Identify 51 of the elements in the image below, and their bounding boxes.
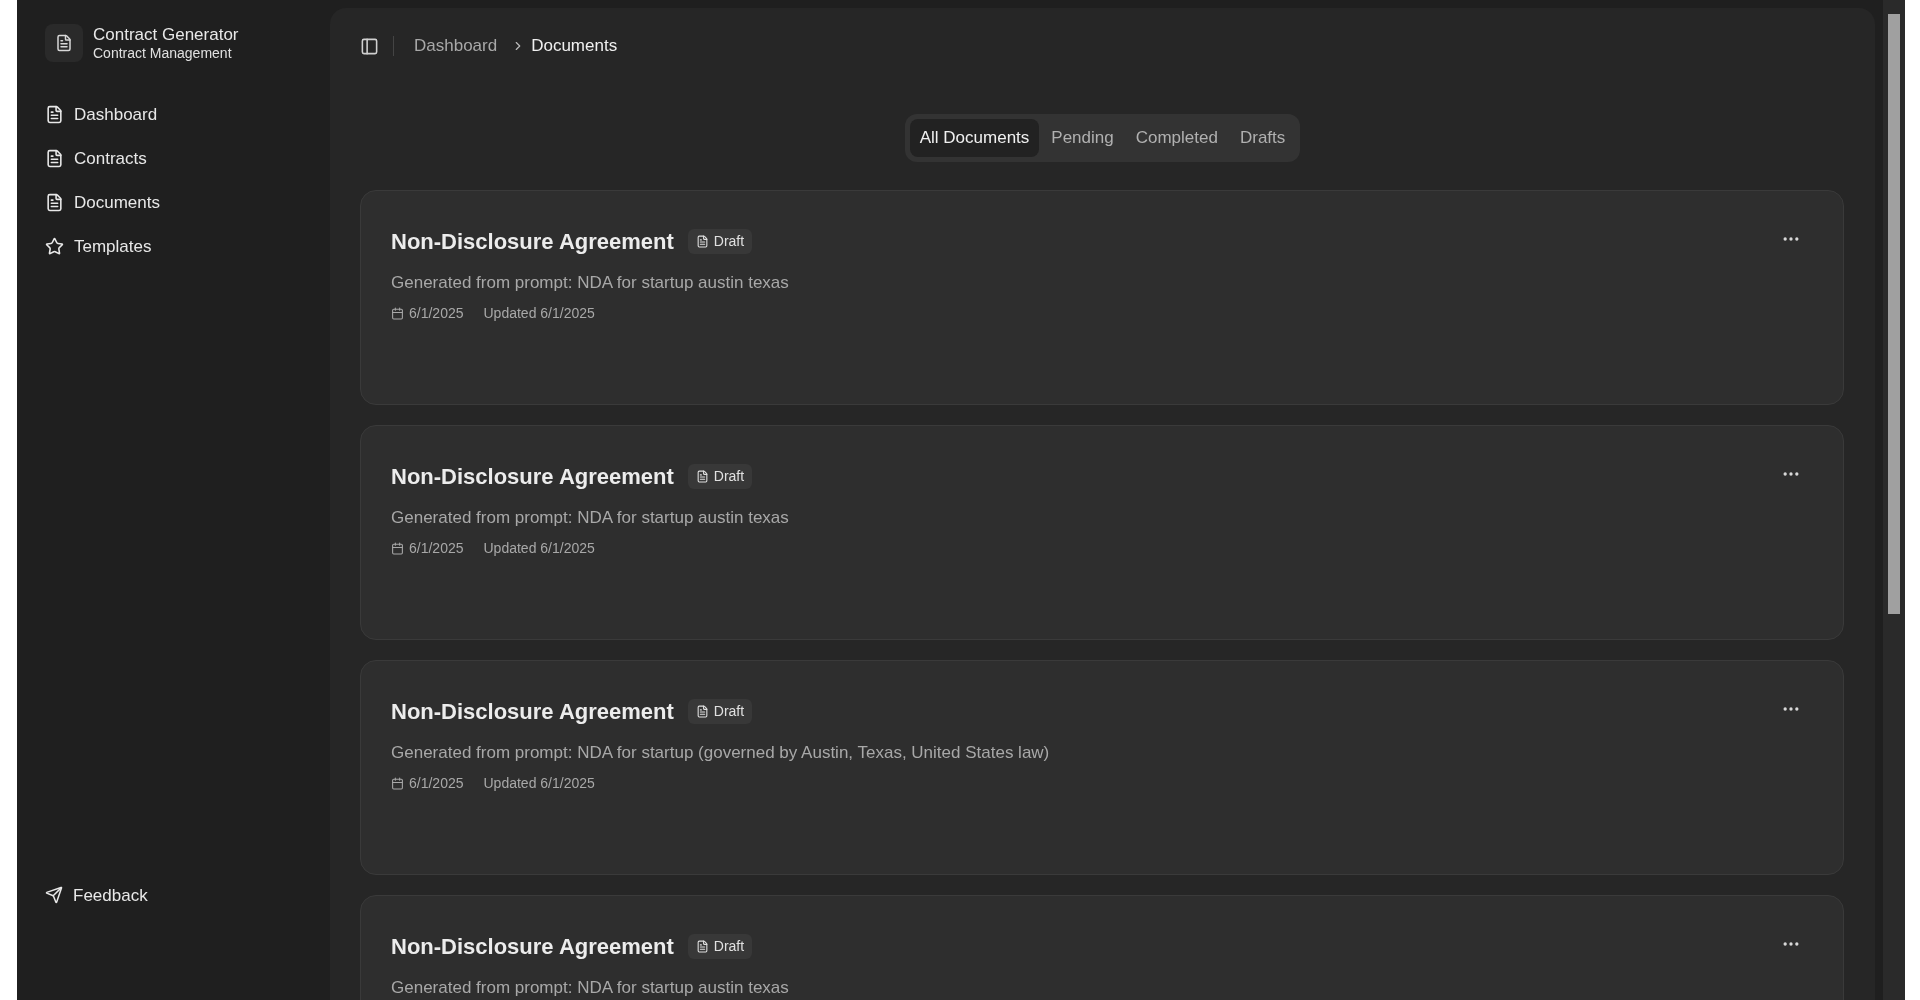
tab[interactable]: Pending bbox=[1041, 119, 1124, 157]
sidebar-item[interactable]: Documents bbox=[45, 190, 302, 215]
sidebar-item[interactable]: Dashboard bbox=[45, 102, 302, 127]
status-badge: Draft bbox=[687, 933, 753, 959]
calendar-icon bbox=[391, 777, 404, 790]
document-card[interactable]: Non-Disclosure Agreement Draft Generated from prompt: NDA for startup austin texas 6/1/2025 Updated 6/1/2025 bbox=[360, 424, 1844, 640]
status-badge: Draft bbox=[687, 698, 753, 724]
send-icon bbox=[45, 886, 63, 905]
sidebar-item[interactable]: Contracts bbox=[45, 146, 302, 171]
star-icon bbox=[45, 237, 64, 257]
document-card[interactable]: Non-Disclosure Agreement Draft Generated from prompt: NDA for startup (governed by Austin, Texas, United States law) 6/1/2025 Updated 6/1/2025 bbox=[360, 659, 1844, 875]
breadcrumb-item[interactable]: Documents bbox=[531, 33, 618, 59]
document-icon bbox=[45, 105, 64, 125]
updated-date: Updated 6/1/2025 bbox=[483, 539, 595, 558]
document-icon bbox=[55, 34, 73, 53]
created-date: 6/1/2025 bbox=[391, 303, 464, 324]
updated-date: Updated 6/1/2025 bbox=[483, 304, 595, 323]
tab[interactable]: Completed bbox=[1125, 119, 1228, 157]
document-description: Generated from prompt: NDA for startup austin texas bbox=[391, 976, 790, 999]
document-description: Generated from prompt: NDA for startup (governed by Austin, Texas, United States law) bbox=[391, 741, 1051, 764]
created-date: 6/1/2025 bbox=[391, 773, 464, 794]
tab[interactable]: Drafts bbox=[1229, 119, 1296, 157]
updated-date: Updated 6/1/2025 bbox=[483, 774, 595, 793]
document-card[interactable]: Non-Disclosure Agreement Draft Generated from prompt: NDA for startup austin texas 6/1/2025 Updated 6/1/2025 bbox=[360, 189, 1844, 405]
sidebar-item[interactable]: Templates bbox=[45, 234, 302, 259]
document-description: Generated from prompt: NDA for startup austin texas bbox=[391, 506, 790, 529]
status-badge: Draft bbox=[687, 463, 753, 489]
document-icon bbox=[45, 193, 64, 213]
document-title: Non-Disclosure Agreement bbox=[391, 697, 674, 726]
document-icon bbox=[695, 704, 709, 718]
sidebar-toggle-icon[interactable] bbox=[360, 36, 379, 56]
app-title: Contract Generator bbox=[93, 24, 239, 46]
calendar-icon bbox=[391, 307, 404, 320]
feedback-link[interactable]: Feedback bbox=[45, 882, 302, 908]
breadcrumb-item[interactable]: Dashboard bbox=[414, 33, 498, 59]
document-icon bbox=[695, 939, 709, 953]
document-title: Non-Disclosure Agreement bbox=[391, 227, 674, 256]
tab[interactable]: All Documents bbox=[909, 119, 1040, 157]
document-icon bbox=[45, 149, 64, 169]
document-title: Non-Disclosure Agreement bbox=[391, 932, 674, 961]
document-title: Non-Disclosure Agreement bbox=[391, 462, 674, 491]
document-description: Generated from prompt: NDA for startup austin texas bbox=[391, 271, 790, 294]
app-subtitle: Contract Management bbox=[93, 45, 233, 63]
calendar-icon bbox=[391, 542, 404, 555]
scrollbar[interactable] bbox=[1883, 0, 1905, 1000]
scrollbar-thumb[interactable] bbox=[1888, 14, 1900, 614]
created-date: 6/1/2025 bbox=[391, 538, 464, 559]
document-icon bbox=[695, 234, 709, 248]
document-card[interactable]: Non-Disclosure Agreement Draft Generated from prompt: NDA for startup austin texas bbox=[360, 894, 1844, 1000]
status-badge: Draft bbox=[687, 228, 753, 254]
document-icon bbox=[695, 469, 709, 483]
